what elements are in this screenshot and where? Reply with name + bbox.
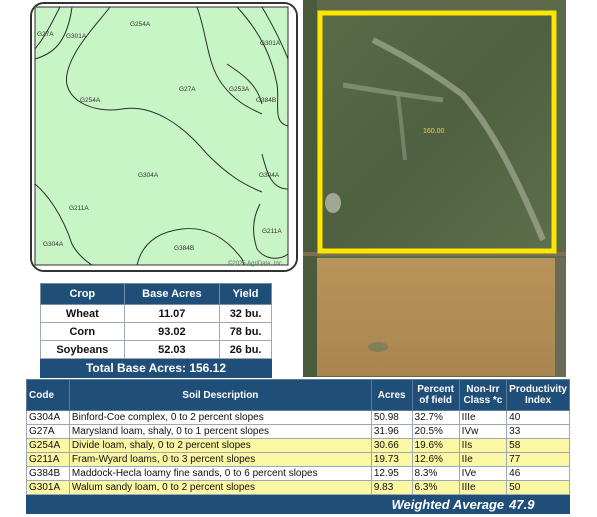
soil-code-cell: G211A [26,452,70,467]
aerial-photo: 160.00 [303,0,566,377]
map-label: G304A [138,172,159,179]
class-cell: IIe [458,452,508,467]
total-base-acres: Total Base Acres: 156.12 [40,358,272,378]
total-row: Total Base Acres: 156.12 [40,358,272,378]
soil-description-cell: Maddock-Hecla loamy fine sands, 0 to 6 p… [68,466,372,481]
aerial-photo-drawing [303,0,566,377]
percent-cell: 20.5% [411,424,460,439]
header-line: Percent [417,384,454,395]
acres-cell: 9.83 [370,480,413,495]
acres-header: Acres [370,379,413,411]
soil-description-cell: Binford-Coe complex, 0 to 2 percent slop… [68,410,372,425]
map-label: G27A [37,31,54,38]
soil-code-cell: G304A [26,410,70,425]
map-label: G253A [229,86,250,93]
soil-description-cell: Marysland loam, shaly, 0 to 1 percent sl… [68,424,372,439]
soil-code-cell: G254A [26,438,70,453]
base-acres-header: Base Acres [123,283,221,305]
soil-code-cell: G27A [26,424,70,439]
acres-cell: 12.95 [370,466,413,481]
productivity-cell: 50 [506,480,570,495]
table-row: G27A Marysland loam, shaly, 0 to 1 perce… [26,424,570,439]
yield-cell: 26 bu. [219,340,272,359]
soil-table: Code Soil Description Acres Percent of fi… [25,379,570,514]
productivity-cell: 58 [506,438,570,453]
map-label: G304A [43,241,64,248]
soil-description-cell: Fram-Wyard loams, 0 to 3 percent slopes [68,452,372,467]
productivity-index-header: Productivity Index [506,379,570,411]
acres-cell: 19.73 [370,452,413,467]
table-row: Wheat 11.07 32 bu. [40,304,272,323]
percent-cell: 19.6% [411,438,460,453]
map-label: G254A [80,97,101,104]
map-label: G384B [174,245,195,252]
table-row: G384B Maddock-Hecla loamy fine sands, 0 … [26,466,570,481]
map-label: G304A [259,172,280,179]
base-acres-cell: 93.02 [123,322,221,341]
class-cell: IIs [458,438,508,453]
table-row: G304A Binford-Coe complex, 0 to 2 percen… [26,410,570,425]
soil-description-cell: Walum sandy loam, 0 to 2 percent slopes [68,480,372,495]
class-cell: IVw [458,424,508,439]
class-cell: IIIe [458,480,508,495]
header-line: Non-Irr [466,384,500,395]
soil-description-header: Soil Description [68,379,372,411]
crop-cell: Soybeans [40,340,125,359]
soil-map: G27A G301A G254A G301A G254A G27A G253A … [30,2,298,272]
table-row: Soybeans 52.03 26 bu. [40,340,272,359]
field-acres-label: 160.00 [423,128,445,135]
percent-cell: 32.7% [411,410,460,425]
crop-cell: Corn [40,322,125,341]
non-irr-class-header: Non-Irr Class *c [458,379,508,411]
weighted-average-row: Weighted Average 47.9 [25,494,570,514]
acres-cell: 31.96 [370,424,413,439]
class-cell: IIIe [458,410,508,425]
yield-cell: 32 bu. [219,304,272,323]
yield-cell: 78 bu. [219,322,272,341]
soil-description-cell: Divide loam, shaly, 0 to 2 percent slope… [68,438,372,453]
map-label: G384B [256,97,277,104]
productivity-cell: 77 [506,452,570,467]
map-label: G301A [66,33,87,40]
productivity-cell: 33 [506,424,570,439]
productivity-cell: 46 [506,466,570,481]
class-cell: IVe [458,466,508,481]
table-row: G211A Fram-Wyard loams, 0 to 3 percent s… [26,452,570,467]
percent-of-field-header: Percent of field [411,379,460,411]
code-header: Code [26,379,70,411]
map-label: G211A [69,205,89,212]
header-line: of field [419,395,452,406]
header-line: Class *c [463,395,503,406]
map-label: G254A [130,21,151,28]
base-acres-cell: 52.03 [123,340,221,359]
acres-cell: 50.98 [370,410,413,425]
soil-map-drawing [32,4,296,270]
acres-cell: 30.66 [370,438,413,453]
percent-cell: 12.6% [411,452,460,467]
percent-cell: 6.3% [411,480,460,495]
productivity-cell: 40 [506,410,570,425]
table-row: G254A Divide loam, shaly, 0 to 2 percent… [26,438,570,453]
map-label: G301A [260,40,281,47]
percent-cell: 8.3% [411,466,460,481]
map-label: G27A [179,86,196,93]
soil-code-cell: G384B [26,466,70,481]
crop-header: Crop [40,283,125,305]
table-row: Corn 93.02 78 bu. [40,322,272,341]
crop-cell: Wheat [40,304,125,323]
base-acres-cell: 11.07 [123,304,221,323]
crop-table: Crop Base Acres Yield Wheat 11.07 32 bu.… [40,283,272,378]
header-line: Index [525,395,552,406]
table-row: G301A Walum sandy loam, 0 to 2 percent s… [26,480,570,495]
soil-code-cell: G301A [26,480,70,495]
yield-header: Yield [219,283,272,305]
weighted-average-label: Weighted Average [25,494,508,514]
map-label: G211A [262,228,282,235]
map-copyright: ©2025 AgriData, Inc. [228,261,284,267]
weighted-average-value: 47.9 [506,494,570,514]
header-line: Productivity [509,384,567,395]
